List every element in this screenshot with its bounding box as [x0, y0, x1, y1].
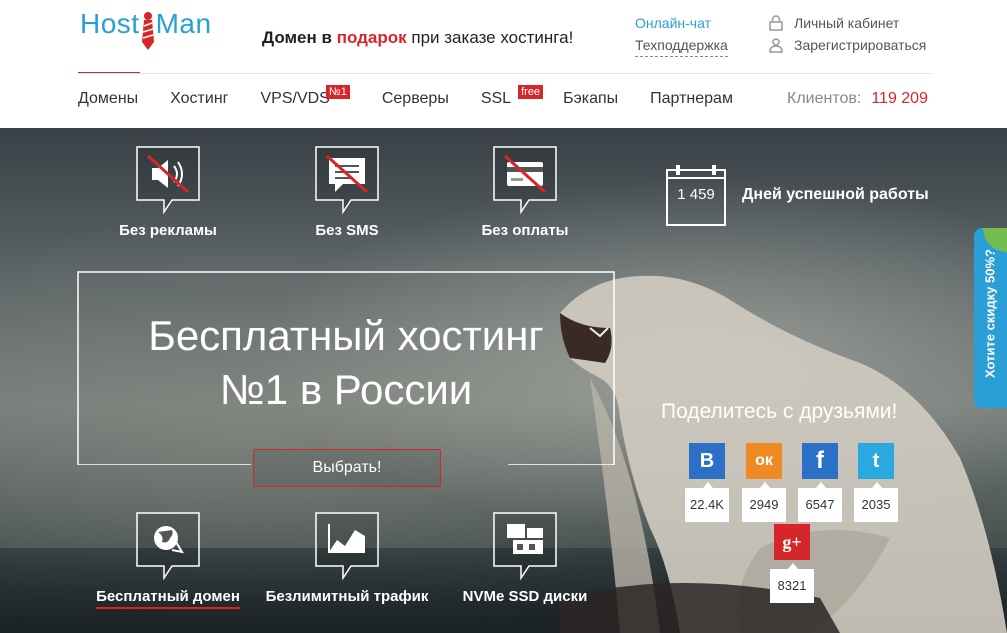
days-label: Дней успешной работы	[742, 186, 929, 203]
online-chat-link[interactable]: Онлайн-чат	[635, 12, 728, 34]
twitter-share-button[interactable]: t	[858, 443, 894, 479]
discount-side-tab[interactable]: Хотите скидку 50%?	[974, 228, 1007, 408]
google-plus-icon: g+	[782, 531, 802, 552]
vk-icon: B	[699, 449, 715, 472]
nav-item-servers[interactable]: Серверы	[382, 90, 449, 108]
twitter-share-count: 2035	[854, 482, 898, 522]
globe-icon	[136, 512, 200, 581]
promo-part1: Домен в	[262, 28, 332, 47]
nav-label: Хостинг	[170, 90, 229, 107]
feature-no-ads: Без рекламы	[78, 146, 258, 239]
nav-label: Партнерам	[650, 90, 733, 107]
account-links: Личный кабинет Зарегистрироваться	[768, 12, 926, 56]
google-plus-share-count: 8321	[770, 563, 814, 603]
logo-text-left: Host	[80, 8, 140, 39]
hero-title-line2: №1 в России	[219, 366, 473, 413]
ssd-disk-icon	[493, 512, 557, 581]
feature-label: Без оплаты	[481, 222, 569, 239]
nav-separator	[78, 73, 932, 74]
promo-part2: при заказе хостинга!	[411, 28, 574, 47]
share-title: Поделитесь с друзьями!	[661, 400, 898, 423]
login-link[interactable]: Личный кабинет	[768, 12, 926, 34]
feature-no-payment: Без оплаты	[435, 146, 615, 239]
no-sms-icon	[315, 146, 379, 215]
nav-label: Серверы	[381, 90, 449, 107]
calendar-icon: 1 459	[666, 164, 726, 226]
tie-icon	[141, 10, 155, 50]
feature-unlimited-traffic: Безлимитный трафик	[257, 512, 437, 605]
register-link[interactable]: Зарегистрироваться	[768, 34, 926, 56]
days-count: 1 459	[677, 186, 715, 203]
choose-button[interactable]: Выбрать!	[253, 449, 441, 487]
facebook-icon: f	[816, 447, 824, 474]
twitter-icon: t	[872, 449, 880, 472]
support-link[interactable]: Техподдержка	[635, 34, 728, 57]
promo-highlight: подарок	[336, 28, 407, 47]
nav-label: Бэкапы	[563, 90, 619, 107]
nav-item-hosting[interactable]: Хостинг	[170, 90, 228, 108]
hero-title-line1: Бесплатный хостинг	[148, 312, 544, 359]
vk-share-count: 22.4K	[685, 482, 729, 522]
nav-item-partners[interactable]: Партнерам	[650, 90, 733, 108]
no-ads-speaker-icon	[136, 146, 200, 215]
clients-count: 119 209	[871, 90, 928, 107]
nav-label: SSL	[480, 90, 512, 107]
feature-label[interactable]: Бесплатный домен	[96, 588, 240, 609]
register-label: Зарегистрироваться	[794, 37, 927, 53]
hero-title: Бесплатный хостинг №1 в России	[77, 309, 615, 417]
nav-item-domains[interactable]: Домены	[78, 90, 138, 108]
feature-no-sms: Без SMS	[257, 146, 437, 239]
top-links: Онлайн-чат Техподдержка	[635, 12, 728, 57]
login-label: Личный кабинет	[794, 15, 900, 31]
nav-badge-free: free	[518, 85, 544, 99]
feature-label: NVMe SSD диски	[462, 588, 588, 605]
nav-label: VPS/VDS	[260, 90, 330, 107]
no-payment-card-icon	[493, 146, 557, 215]
side-tab-label: Хотите скидку 50%?	[982, 249, 998, 378]
user-register-icon	[769, 38, 783, 53]
odnoklassniki-icon: ок	[755, 452, 773, 469]
nav-label: Домены	[78, 90, 139, 107]
clients-label: Клиентов:	[787, 90, 862, 107]
vk-share-button[interactable]: B	[689, 443, 725, 479]
nav-item-vps[interactable]: VPS/VDS №1	[260, 85, 350, 108]
odnoklassniki-share-count: 2949	[742, 482, 786, 522]
days-counter: 1 459 Дней успешной работы	[666, 164, 929, 226]
feature-label: Безлимитный трафик	[265, 588, 429, 605]
facebook-share-count: 6547	[798, 482, 842, 522]
odnoklassniki-share-button[interactable]: ок	[746, 443, 782, 479]
hero-title-frame: Бесплатный хостинг №1 в России	[77, 271, 615, 465]
clients-counter: Клиентов: 119 209	[787, 90, 928, 108]
logo-text-right: Man	[155, 8, 212, 39]
traffic-chart-icon	[315, 512, 379, 581]
feature-free-domain: Бесплатный домен	[78, 512, 258, 609]
nav-item-ssl[interactable]: SSL free	[480, 85, 544, 108]
lock-icon	[769, 15, 783, 31]
main-nav: Домены Хостинг VPS/VDS №1 Серверы SSL free…	[78, 85, 765, 108]
site-header: Host Man Домен в подарок при заказе хости…	[0, 0, 1007, 128]
nav-item-backups[interactable]: Бэкапы	[563, 90, 618, 108]
hero-banner: Без рекламы Без SMS Без оплаты 1 459 Дне…	[0, 128, 1007, 633]
promo-text: Домен в подарок при заказе хостинга!	[262, 28, 573, 48]
feature-nvme-ssd: NVMe SSD диски	[435, 512, 615, 605]
feature-label: Без SMS	[315, 222, 379, 239]
nav-badge-number-one: №1	[325, 85, 350, 99]
facebook-share-button[interactable]: f	[802, 443, 838, 479]
feature-label: Без рекламы	[119, 222, 217, 239]
google-plus-share-button[interactable]: g+	[774, 524, 810, 560]
hostman-logo[interactable]: Host Man	[80, 8, 212, 50]
